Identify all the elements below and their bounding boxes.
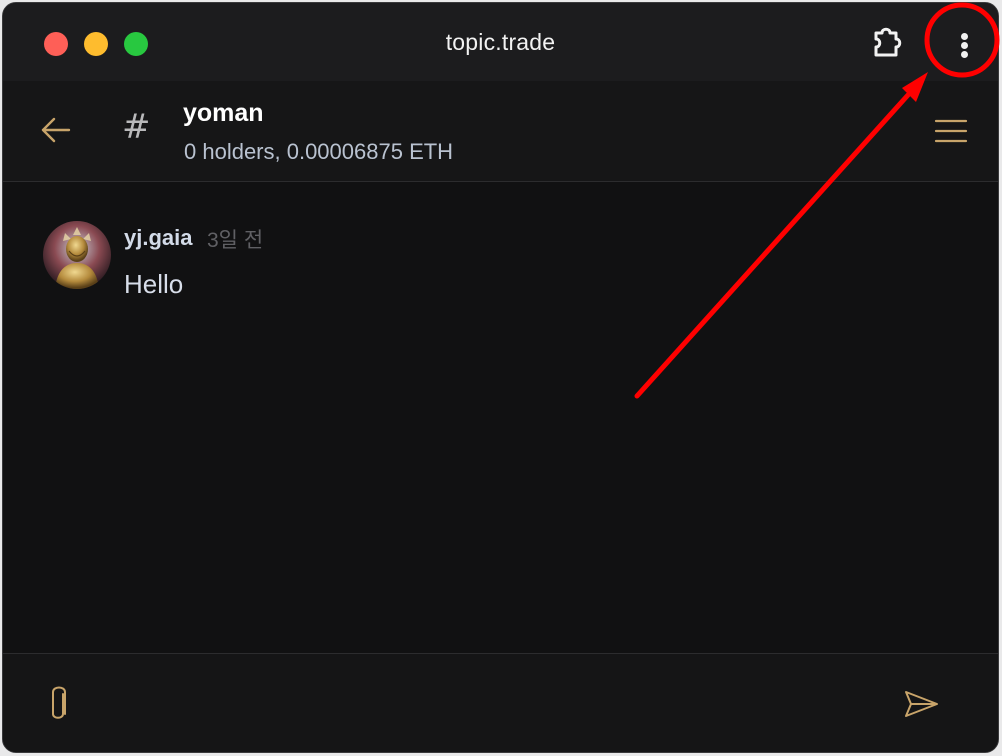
paperclip-icon[interactable] <box>43 684 75 724</box>
channel-stats: 0 holders, 0.00006875 ETH <box>184 139 454 164</box>
message-timestamp: 3일 전 <box>207 229 264 252</box>
channel-header: # yoman 0 holders, 0.00006875 ETH <box>3 81 998 182</box>
more-options-button[interactable] <box>943 23 987 67</box>
channel-hash-icon: # <box>122 107 151 147</box>
kebab-menu-icon <box>961 33 968 40</box>
title-bar: topic.trade <box>3 3 998 81</box>
kebab-menu-icon <box>961 51 968 58</box>
kebab-menu-icon <box>961 42 968 49</box>
puzzle-extension-icon[interactable] <box>867 25 907 61</box>
avatar[interactable] <box>43 221 111 289</box>
arrow-left-icon[interactable] <box>39 115 73 145</box>
message-text: Hello <box>124 269 184 299</box>
message-author[interactable]: yj.gaia <box>124 225 192 251</box>
window-title: topic.trade <box>445 29 556 55</box>
channel-name: yoman <box>183 99 264 127</box>
hamburger-menu-icon[interactable] <box>934 119 968 143</box>
send-icon[interactable] <box>901 688 941 720</box>
message-composer <box>3 653 998 752</box>
browser-app-window: topic.trade # yoman 0 holders, 0.0000687… <box>2 2 999 753</box>
